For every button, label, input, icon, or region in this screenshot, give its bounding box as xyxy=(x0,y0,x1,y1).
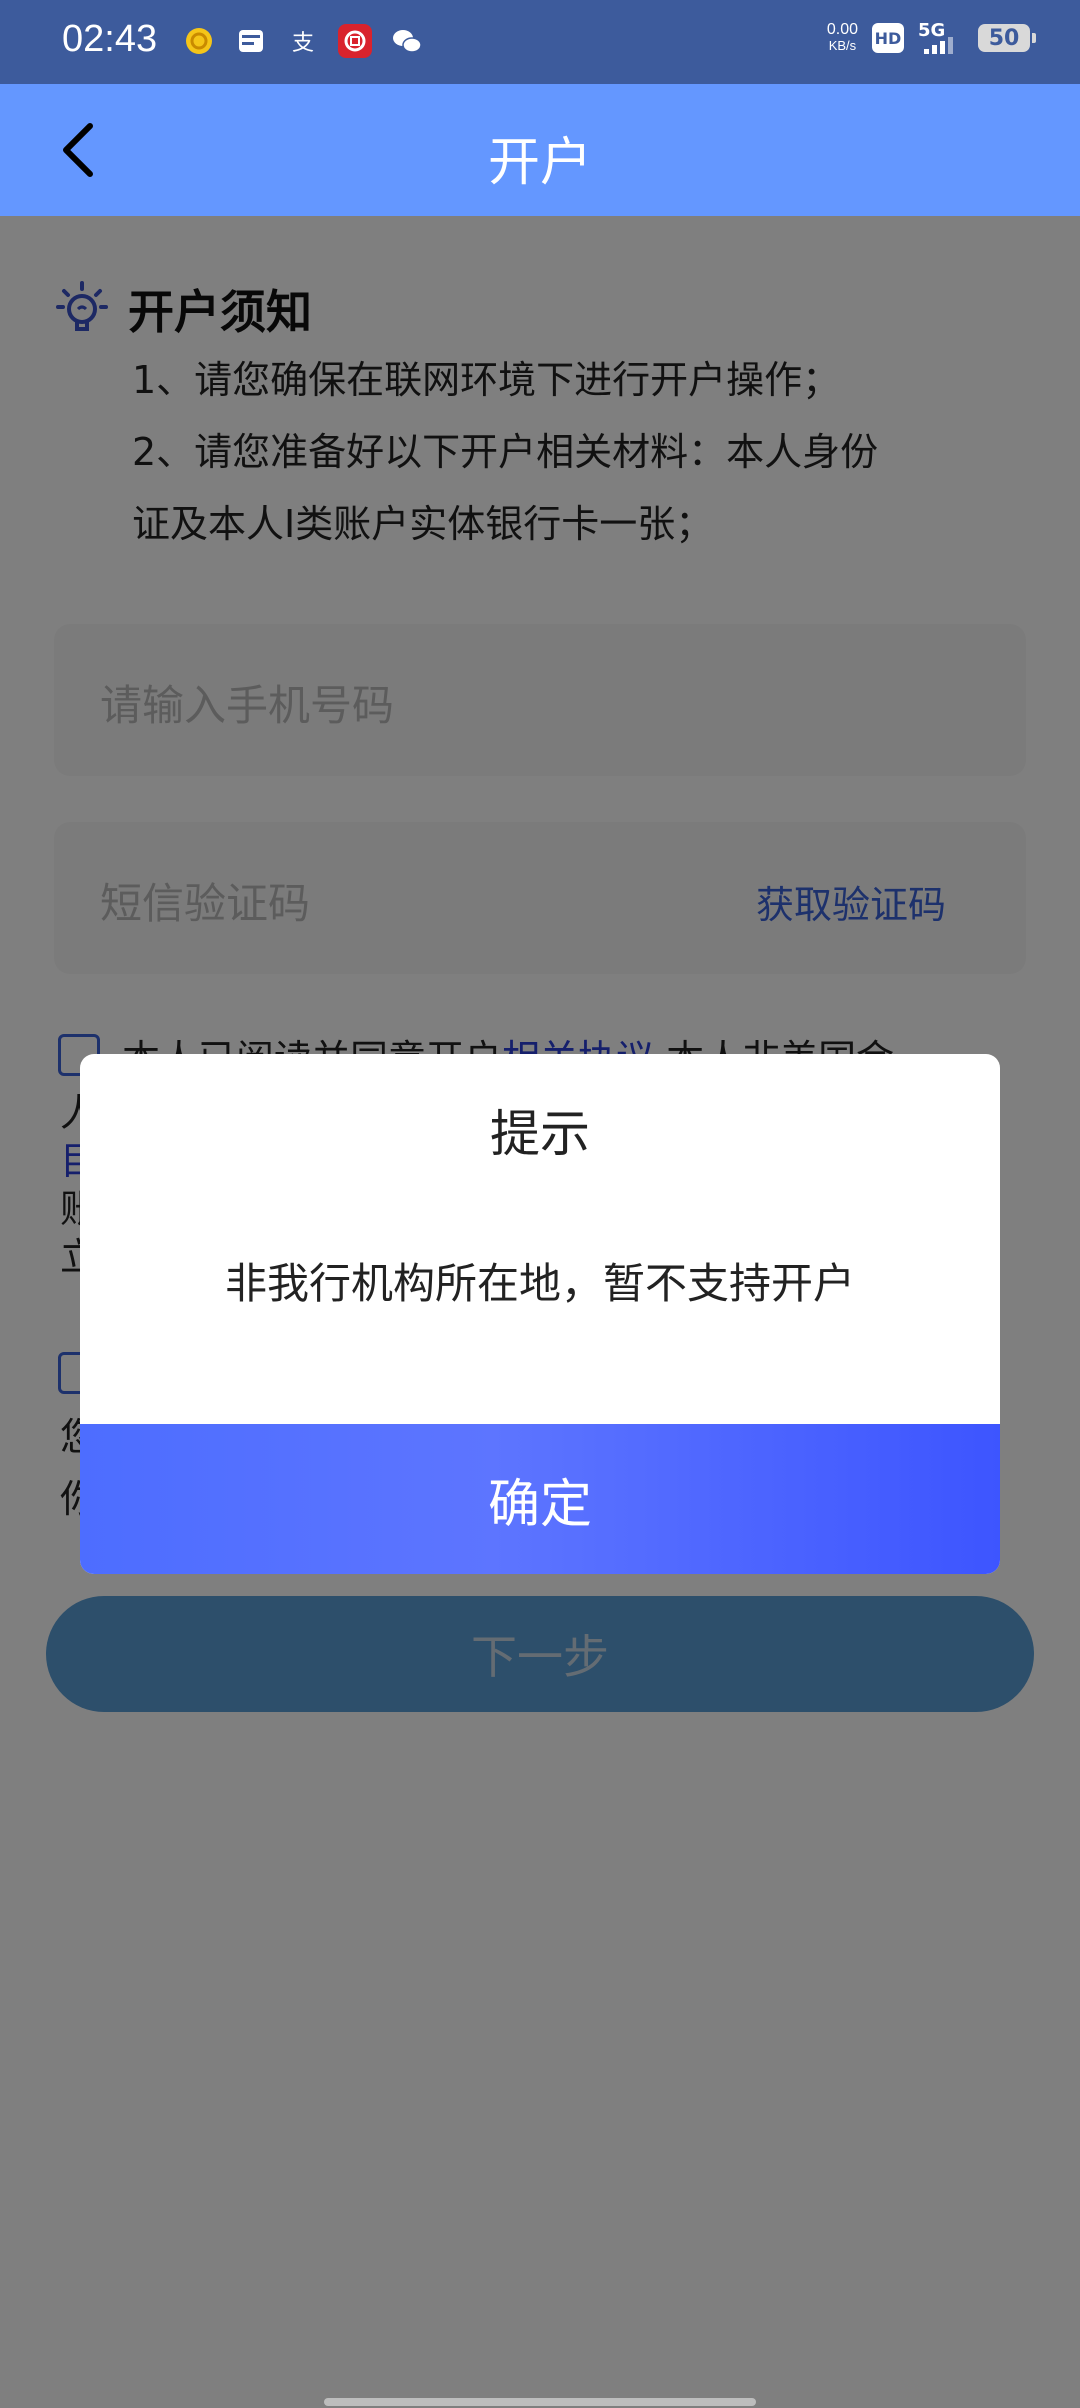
battery-icon: 50 xyxy=(978,24,1036,52)
dialog-title: 提示 xyxy=(490,1105,590,1163)
status-time: 02:43 xyxy=(62,18,158,60)
app-header: 开户 xyxy=(0,84,1080,216)
status-right: 0.00 KB/s HD 5G 50 xyxy=(827,20,1036,56)
alipay-icon: 支 xyxy=(286,24,320,58)
dialog-message: 非我行机构所在地，暂不支持开户 xyxy=(224,1259,855,1308)
hd-badge: HD xyxy=(872,23,904,53)
wechat-icon xyxy=(390,24,424,58)
alert-dialog: 提示 非我行机构所在地，暂不支持开户 确定 xyxy=(80,1054,1000,1574)
confirm-button[interactable]: 确定 xyxy=(80,1424,1000,1574)
page-title: 开户 xyxy=(487,133,592,193)
status-bar: 02:43 支 0.00 KB/s HD 5G 50 xyxy=(0,0,1080,84)
coin-app-icon xyxy=(182,24,216,58)
bank-app-icon xyxy=(338,24,372,58)
notification-icons: 支 xyxy=(182,24,424,58)
signal-icon: 5G xyxy=(918,20,964,56)
net-speed: 0.00 KB/s xyxy=(827,22,858,54)
home-indicator[interactable] xyxy=(324,2398,756,2406)
svg-text:支: 支 xyxy=(292,31,314,56)
net-speed-unit: KB/s xyxy=(828,38,857,53)
net-speed-value: 0.00 xyxy=(826,21,858,38)
card-app-icon xyxy=(234,24,268,58)
